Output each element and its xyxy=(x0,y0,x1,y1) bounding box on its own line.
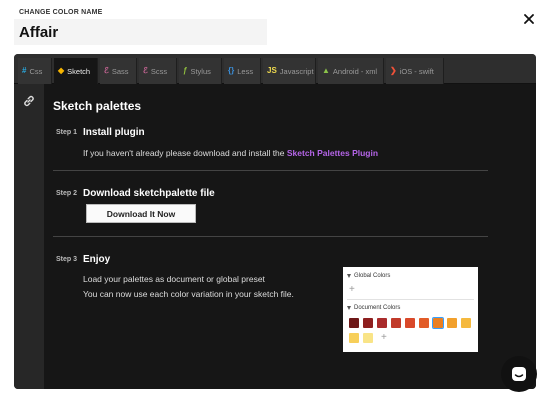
sketch-palette-preview: Global Colors + Document Colors + xyxy=(343,267,478,352)
tab-label: Stylus xyxy=(190,66,211,76)
chat-icon xyxy=(512,367,526,381)
color-swatch[interactable] xyxy=(432,317,444,329)
divider xyxy=(53,170,488,171)
step-3-title: Enjoy xyxy=(83,254,111,265)
stylus-icon: ƒ xyxy=(183,66,188,75)
tab-less[interactable]: {} Less xyxy=(224,58,261,84)
swift-icon: ❯ xyxy=(390,66,397,75)
tab-javascript[interactable]: JS Javascript xyxy=(263,58,316,84)
step-1-label: Step 1 xyxy=(56,129,78,136)
scss-icon: ℰ xyxy=(143,66,148,75)
close-icon xyxy=(524,14,534,24)
language-tab-bar: # Css ◆ Sketch ℰ Sass ℰ Scss ƒ Stylus {}… xyxy=(14,54,536,84)
export-panel: # Css ◆ Sketch ℰ Sass ℰ Scss ƒ Stylus {}… xyxy=(14,54,536,389)
step-1-title: Install plugin xyxy=(83,127,145,138)
tab-label: Less xyxy=(237,66,254,76)
color-swatch[interactable] xyxy=(447,318,457,328)
chat-button[interactable] xyxy=(501,356,537,392)
sketch-content: Sketch palettes Step 1 Install plugin If… xyxy=(44,84,536,389)
sass-icon: ℰ xyxy=(104,66,109,75)
javascript-icon: JS xyxy=(267,66,277,75)
step-1-text: If you haven't already please download a… xyxy=(83,148,378,158)
tab-stylus[interactable]: ƒ Stylus xyxy=(179,58,222,84)
step-3-label: Step 3 xyxy=(56,256,78,263)
color-swatch[interactable] xyxy=(363,318,373,328)
tab-ios-swift[interactable]: ❯ iOS - swift xyxy=(386,58,444,84)
preview-divider xyxy=(347,299,474,300)
tab-scss[interactable]: ℰ Scss xyxy=(139,58,177,84)
step-3-text-line-2: You can now use each color variation in … xyxy=(83,289,294,299)
hash-icon: # xyxy=(22,66,27,75)
global-colors-label: Global Colors xyxy=(354,273,391,279)
document-colors-label: Document Colors xyxy=(354,305,401,311)
color-name-input[interactable] xyxy=(14,19,267,45)
color-swatch[interactable] xyxy=(419,318,429,328)
color-swatch[interactable] xyxy=(349,333,359,343)
link-icon[interactable] xyxy=(22,94,36,108)
tab-label: Css xyxy=(29,66,43,76)
tab-android-xml[interactable]: ▲ Android - xml xyxy=(318,58,384,84)
triangle-down-icon xyxy=(347,274,351,278)
add-document-color-icon: + xyxy=(381,332,387,343)
color-swatch[interactable] xyxy=(363,333,373,343)
step-1-description: If you haven't already please download a… xyxy=(83,148,287,158)
color-swatch[interactable] xyxy=(391,318,401,328)
document-colors-row: Document Colors xyxy=(347,305,400,311)
tab-sketch[interactable]: ◆ Sketch xyxy=(54,58,98,84)
download-button[interactable]: Download It Now xyxy=(86,204,196,223)
change-color-name-label: CHANGE COLOR NAME xyxy=(19,9,103,16)
color-swatch[interactable] xyxy=(377,318,387,328)
tab-label: iOS - swift xyxy=(399,66,434,76)
color-swatch[interactable] xyxy=(461,318,471,328)
sketch-diamond-icon: ◆ xyxy=(58,66,65,75)
less-braces-icon: {} xyxy=(228,66,235,75)
tab-sass[interactable]: ℰ Sass xyxy=(100,58,137,84)
android-icon: ▲ xyxy=(322,66,330,75)
color-export-dialog: CHANGE COLOR NAME # Css ◆ Sketch ℰ Sass … xyxy=(0,0,550,404)
triangle-down-icon xyxy=(347,306,351,310)
tab-label: Javascript xyxy=(279,66,314,76)
tab-label: Sass xyxy=(111,66,129,76)
add-global-color-icon: + xyxy=(349,284,355,295)
step-2-title: Download sketchpalette file xyxy=(83,188,215,199)
tab-label: Android - xml xyxy=(332,66,378,76)
divider xyxy=(53,236,488,237)
tab-label: Scss xyxy=(150,66,168,76)
sketch-palettes-plugin-link[interactable]: Sketch Palettes Plugin xyxy=(287,148,378,158)
tab-css[interactable]: # Css xyxy=(18,58,52,84)
color-swatch[interactable] xyxy=(349,318,359,328)
global-colors-row: Global Colors xyxy=(347,273,390,279)
step-2-label: Step 2 xyxy=(56,190,78,197)
sidebar xyxy=(14,84,44,389)
content-title: Sketch palettes xyxy=(53,99,142,113)
color-swatch[interactable] xyxy=(405,318,415,328)
tab-label: Sketch xyxy=(67,66,91,76)
step-3-text-line-1: Load your palettes as document or global… xyxy=(83,274,265,284)
close-button[interactable] xyxy=(519,9,539,29)
